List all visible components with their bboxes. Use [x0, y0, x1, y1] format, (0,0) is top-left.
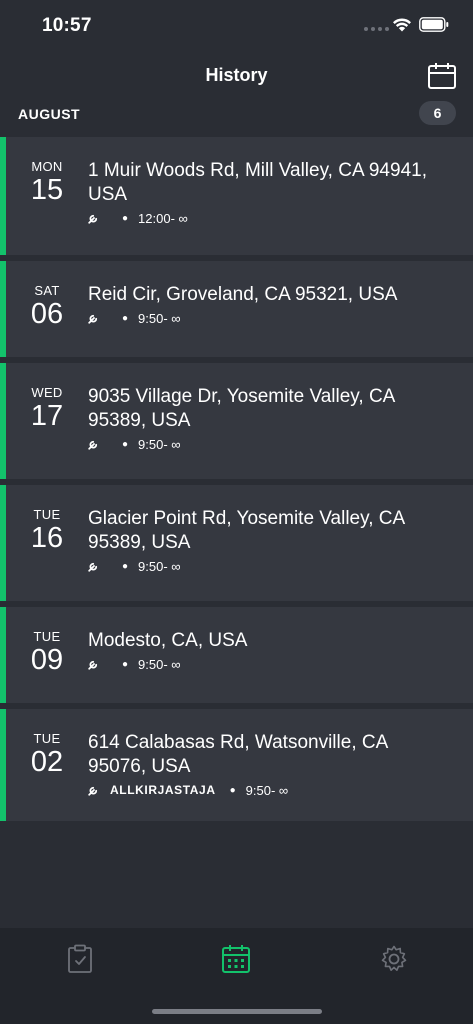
address: Glacier Point Rd, Yosemite Valley, CA 95…: [88, 508, 405, 553]
section-header: AUGUST: [0, 100, 473, 130]
address: Reid Cir, Groveland, CA 95321, USA: [88, 284, 398, 305]
day-number: 02: [30, 746, 64, 778]
list-item[interactable]: MON 15 1 Muir Woods Rd, Mill Valley, CA …: [0, 137, 473, 255]
day-name: TUE: [33, 507, 61, 522]
day-number: 09: [30, 644, 64, 676]
day-name: TUE: [33, 629, 61, 644]
time-range: 9:50- ∞: [138, 310, 181, 326]
history-screen: 10:57 History AUGUST 6 MON 15 1 Muir Woo…: [0, 0, 473, 1024]
wrench-icon: [88, 660, 98, 670]
separator-dot: ●: [229, 784, 236, 796]
wrench-icon: [88, 314, 98, 324]
day-name: MON: [31, 159, 63, 174]
home-indicator: [152, 1009, 322, 1014]
day-number: 16: [30, 522, 64, 554]
info-column: 1 Muir Woods Rd, Mill Valley, CA 94941, …: [88, 159, 443, 226]
meta-row: ● 9:50- ∞: [88, 436, 443, 452]
address: 614 Calabasas Rd, Watsonville, CA 95076,…: [88, 732, 388, 777]
list-item[interactable]: WED 17 9035 Village Dr, Yosemite Valley,…: [0, 363, 473, 479]
info-column: 614 Calabasas Rd, Watsonville, CA 95076,…: [88, 731, 443, 798]
info-column: Reid Cir, Groveland, CA 95321, USA ● 9:5…: [88, 283, 443, 326]
date-column: TUE 16: [6, 507, 88, 553]
day-number: 17: [30, 400, 64, 432]
meta-row: ● 9:50- ∞: [88, 558, 443, 574]
wrench-icon: [88, 214, 98, 224]
address: 9035 Village Dr, Yosemite Valley, CA 953…: [88, 386, 395, 431]
battery-icon: [419, 17, 449, 32]
cellular-signal-icon: [364, 27, 389, 31]
separator-dot: ●: [122, 438, 129, 450]
day-number: 06: [30, 298, 64, 330]
calendar-icon[interactable]: [221, 944, 251, 974]
info-column: Glacier Point Rd, Yosemite Valley, CA 95…: [88, 507, 443, 574]
date-column: TUE 09: [6, 629, 88, 675]
clipboard-check-icon[interactable]: [65, 944, 95, 974]
address: Modesto, CA, USA: [88, 630, 248, 651]
wifi-icon: [393, 18, 411, 32]
meta-row: ALLKIRJASTAJA ● 9:50- ∞: [88, 782, 443, 798]
day-number: 15: [30, 174, 64, 206]
calendar-icon[interactable]: [427, 62, 457, 90]
meta-row: ● 12:00- ∞: [88, 210, 443, 226]
separator-dot: ●: [122, 658, 129, 670]
meta-row: ● 9:50- ∞: [88, 656, 443, 672]
day-name: SAT: [34, 283, 60, 298]
status-time: 10:57: [42, 15, 92, 36]
history-list: MON 15 1 Muir Woods Rd, Mill Valley, CA …: [0, 137, 473, 827]
section-title-month: AUGUST: [18, 106, 81, 122]
time-range: 12:00- ∞: [138, 210, 188, 226]
date-column: TUE 02: [6, 731, 88, 777]
count-badge: 6: [419, 101, 456, 125]
page-title: History: [205, 65, 268, 85]
wrench-icon: [88, 786, 98, 796]
info-column: Modesto, CA, USA ● 9:50- ∞: [88, 629, 443, 672]
separator-dot: ●: [122, 560, 129, 572]
info-column: 9035 Village Dr, Yosemite Valley, CA 953…: [88, 385, 443, 452]
wrench-icon: [88, 440, 98, 450]
time-range: 9:50- ∞: [245, 782, 289, 798]
time-range: 9:50- ∞: [138, 656, 181, 672]
meta-row: ● 9:50- ∞: [88, 310, 443, 326]
list-item[interactable]: TUE 16 Glacier Point Rd, Yosemite Valley…: [0, 485, 473, 601]
status-bar: 10:57: [0, 0, 473, 52]
wrench-icon: [88, 562, 98, 572]
separator-dot: ●: [122, 312, 129, 324]
day-name: WED: [31, 385, 63, 400]
gear-icon[interactable]: [379, 944, 409, 974]
date-column: MON 15: [6, 159, 88, 205]
date-column: SAT 06: [6, 283, 88, 329]
day-name: TUE: [33, 731, 61, 746]
address: 1 Muir Woods Rd, Mill Valley, CA 94941, …: [88, 160, 427, 205]
time-range: 9:50- ∞: [138, 436, 181, 452]
separator-dot: ●: [122, 212, 129, 224]
time-range: 9:50- ∞: [138, 558, 181, 574]
list-item[interactable]: TUE 02 614 Calabasas Rd, Watsonville, CA…: [0, 709, 473, 821]
signer-label: ALLKIRJASTAJA: [110, 783, 216, 797]
date-column: WED 17: [6, 385, 88, 431]
list-item[interactable]: TUE 09 Modesto, CA, USA ● 9:50- ∞: [0, 607, 473, 703]
list-item[interactable]: SAT 06 Reid Cir, Groveland, CA 95321, US…: [0, 261, 473, 357]
